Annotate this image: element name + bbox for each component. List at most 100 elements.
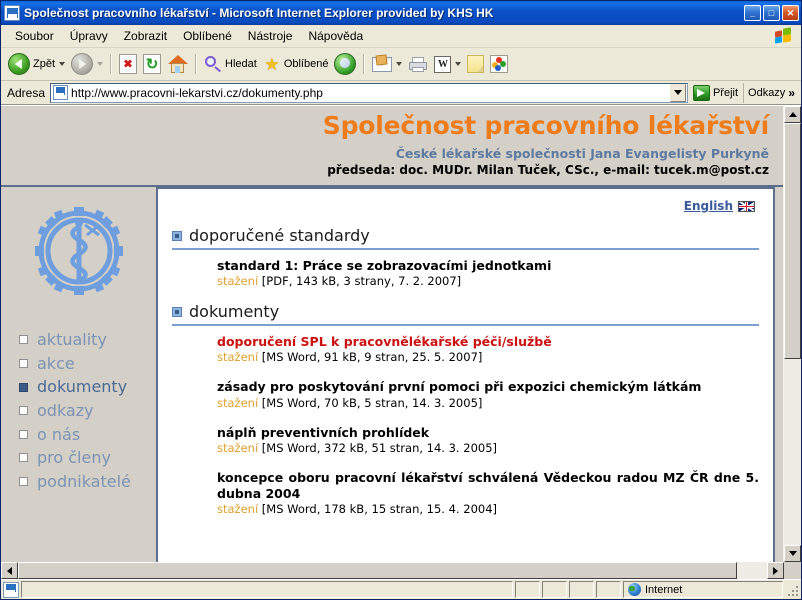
note-button[interactable] [464, 51, 487, 77]
menu-item-napoveda[interactable]: Nápověda [300, 27, 371, 45]
mail-icon [372, 56, 393, 72]
sidebar-item-akce[interactable]: akce [19, 355, 156, 373]
stop-icon [119, 54, 138, 74]
back-dropdown-icon[interactable] [59, 62, 66, 66]
sidebar-item-odkazy[interactable]: odkazy [19, 402, 156, 420]
scroll-up-button[interactable] [784, 106, 801, 123]
document-title[interactable]: standard 1: Práce se zobrazovacími jedno… [217, 258, 759, 274]
document-meta: stažení [MS Word, 91 kB, 9 stran, 25. 5.… [217, 350, 759, 365]
favorites-label: Oblíbené [283, 58, 329, 70]
status-page-icon [3, 581, 19, 598]
back-icon [8, 53, 30, 75]
document-meta-text: [MS Word, 178 kB, 15 stran, 15. 4. 2004] [258, 502, 498, 517]
media-icon [334, 53, 357, 75]
section-bullet-icon [172, 230, 182, 241]
menu-item-soubor[interactable]: Soubor [7, 27, 62, 45]
maximize-button[interactable]: □ [763, 5, 780, 21]
forward-dropdown-icon[interactable] [97, 62, 104, 66]
address-input[interactable]: http://www.pracovni-lekarstvi.cz/dokumen… [50, 82, 688, 103]
messenger-button[interactable] [487, 51, 511, 77]
menu-item-oblibene[interactable]: Oblíbené [175, 27, 240, 45]
status-bar: Internet [1, 579, 801, 599]
security-zone[interactable]: Internet [623, 581, 783, 598]
sidebar-item-pro-cleny[interactable]: pro členy [19, 449, 156, 467]
vertical-scroll-track[interactable] [784, 123, 801, 545]
download-link[interactable]: stažení [217, 502, 258, 516]
english-link[interactable]: English [684, 199, 733, 213]
note-icon [467, 55, 485, 73]
download-link[interactable]: stažení [217, 274, 258, 288]
document-meta-text: [MS Word, 70 kB, 5 stran, 14. 3. 2005] [258, 395, 483, 410]
mail-button[interactable] [369, 51, 405, 77]
mail-dropdown-icon[interactable] [396, 62, 403, 66]
document-title[interactable]: koncepce oboru pracovní lékařství schvál… [217, 470, 759, 501]
back-button[interactable]: Zpět [5, 51, 68, 77]
content-panel: English doporučené standardy standard 1:… [156, 187, 775, 562]
site-title: Společnost pracovního lékařství [322, 111, 769, 140]
minimize-button[interactable]: _ [744, 5, 761, 21]
home-icon [167, 54, 189, 74]
sidebar-item-o-nas[interactable]: o nás [19, 425, 156, 444]
horizontal-scroll-track[interactable] [18, 562, 767, 579]
vertical-scroll-thumb[interactable] [784, 123, 801, 360]
document-list: doporučení SPL k pracovnělékařské péči/s… [172, 326, 759, 517]
document-title[interactable]: zásady pro poskytování první pomoci při … [217, 379, 759, 395]
document-title[interactable]: náplň preventivních prohlídek [217, 425, 759, 441]
download-link[interactable]: stažení [217, 396, 258, 410]
go-button[interactable]: Přejit [688, 82, 743, 104]
media-button[interactable] [331, 51, 359, 77]
links-button[interactable]: Odkazy » [743, 82, 799, 103]
section-title: dokumenty [189, 302, 280, 322]
page-favicon-icon [53, 85, 69, 100]
vertical-scrollbar[interactable] [783, 106, 801, 562]
scroll-down-button[interactable] [784, 545, 801, 562]
status-slot-1 [515, 581, 540, 598]
address-dropdown-button[interactable] [669, 83, 686, 102]
bullet-active-icon [19, 382, 28, 392]
links-chevron-icon[interactable]: » [788, 87, 795, 99]
address-url-text: http://www.pracovni-lekarstvi.cz/dokumen… [71, 85, 323, 100]
scroll-left-button[interactable] [1, 562, 18, 579]
forward-button[interactable] [68, 51, 106, 77]
horizontal-scroll-thumb[interactable] [18, 562, 738, 579]
toolbar-separator-3 [363, 54, 366, 74]
stop-button[interactable] [116, 51, 140, 77]
favorites-button[interactable]: ★ Oblíbené [260, 51, 332, 77]
print-button[interactable] [405, 51, 431, 77]
browser-window: Společnost pracovního lékařství - Micros… [0, 0, 802, 600]
menu-item-nastroje[interactable]: Nástroje [240, 27, 301, 45]
horizontal-scrollbar[interactable] [1, 562, 801, 579]
refresh-icon [143, 54, 162, 74]
home-button[interactable] [164, 51, 191, 77]
asclepius-gear-logo [34, 207, 123, 296]
bullet-icon [19, 453, 28, 463]
window-controls: _ □ ✕ [744, 5, 799, 21]
section-heading: doporučené standardy [172, 227, 759, 245]
sidebar-item-podnikatele[interactable]: podnikatelé [19, 473, 156, 491]
document-meta: stažení [MS Word, 178 kB, 15 stran, 15. … [217, 502, 759, 517]
download-link[interactable]: stažení [217, 441, 258, 455]
site-header: Společnost pracovního lékařství České lé… [1, 106, 783, 181]
bullet-icon [19, 406, 28, 416]
resize-grip[interactable] [785, 583, 799, 597]
menu-item-upravy[interactable]: Úpravy [62, 27, 116, 45]
word-dropdown-icon[interactable] [455, 62, 462, 66]
section-bullet-icon [172, 306, 182, 317]
close-button[interactable]: ✕ [782, 5, 799, 21]
print-icon [408, 56, 428, 73]
sidebar-item-aktuality[interactable]: aktuality [19, 331, 156, 349]
sidebar-item-label: aktuality [37, 330, 107, 350]
scroll-right-button[interactable] [767, 562, 784, 579]
window-title: Společnost pracovního lékařství - Micros… [24, 6, 494, 20]
search-button[interactable]: Hledat [201, 51, 260, 77]
refresh-button[interactable] [140, 51, 164, 77]
document-title[interactable]: doporučení SPL k pracovnělékařské péči/s… [217, 334, 759, 350]
edit-word-button[interactable]: W [431, 51, 464, 77]
forward-icon [71, 53, 94, 75]
scrollbar-corner [784, 562, 801, 579]
language-switch[interactable]: English [172, 195, 759, 215]
sidebar-item-dokumenty[interactable]: dokumenty [19, 378, 156, 396]
download-link[interactable]: stažení [217, 350, 258, 364]
security-zone-label: Internet [645, 583, 683, 596]
menu-item-zobrazit[interactable]: Zobrazit [116, 27, 175, 45]
